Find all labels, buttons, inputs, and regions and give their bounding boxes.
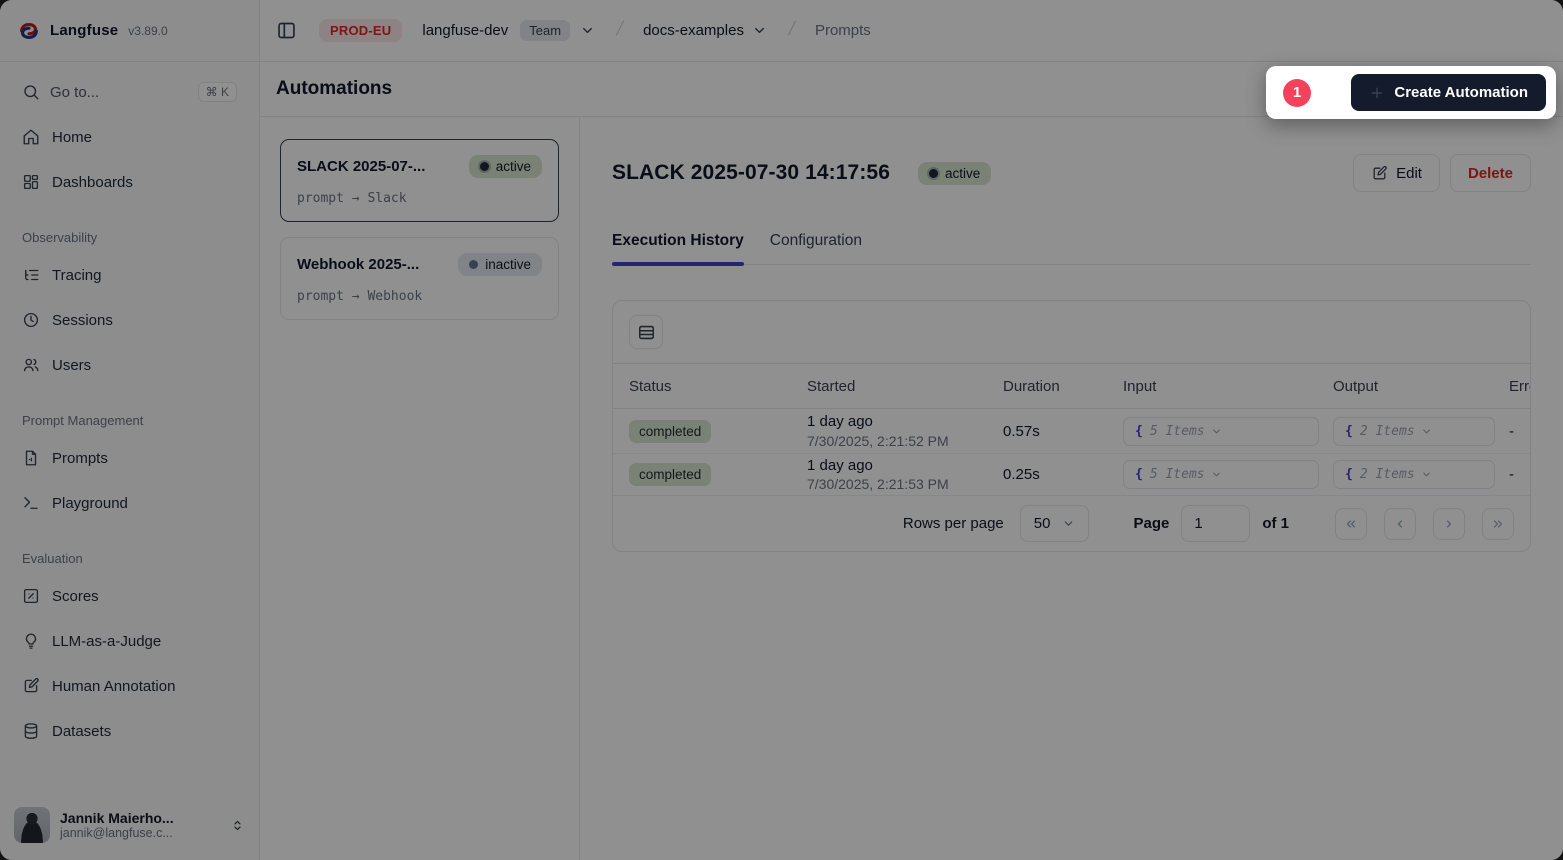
screenshot-dim-overlay: [0, 0, 1563, 860]
annotation-callout: 1 Create Automation: [1266, 66, 1556, 119]
plus-icon: [1369, 85, 1385, 101]
annotation-step-badge: 1: [1283, 79, 1311, 107]
create-automation-label: Create Automation: [1394, 84, 1528, 101]
create-automation-button[interactable]: Create Automation: [1351, 74, 1546, 111]
